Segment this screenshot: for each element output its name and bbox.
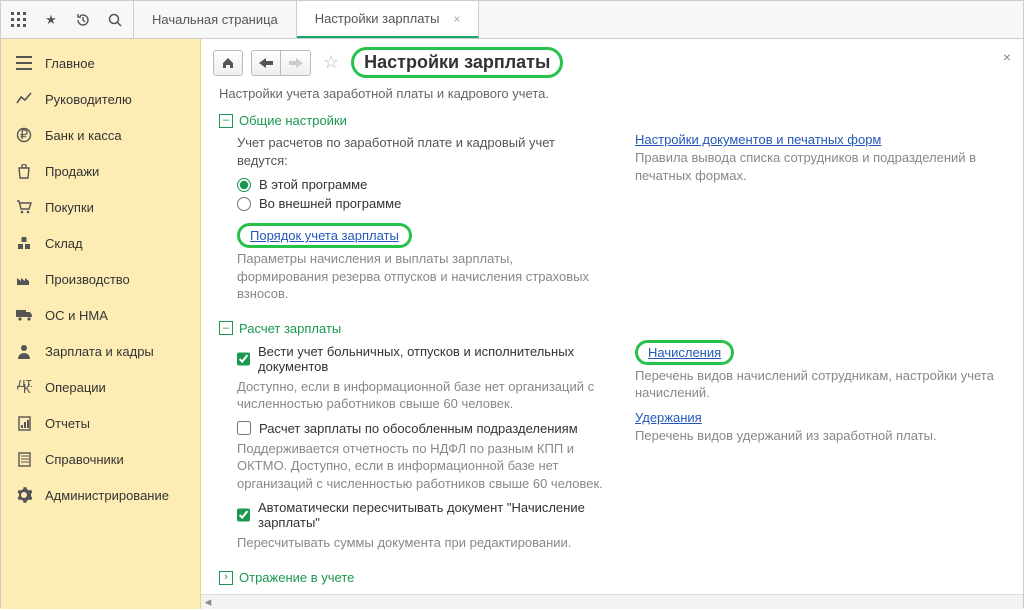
sidebar-item-label: Операции	[45, 380, 106, 395]
chk-auto-recalc[interactable]: Автоматически пересчитывать документ "На…	[237, 500, 607, 530]
sidebar-item-label: Отчеты	[45, 416, 90, 431]
chk-subdivisions-note: Поддерживается отчетность по НДФЛ по раз…	[237, 440, 607, 493]
person-icon	[15, 342, 33, 360]
expand-icon: ›	[219, 571, 233, 585]
forward-button	[281, 50, 311, 76]
section-general[interactable]: – Общие настройки	[219, 113, 1005, 128]
cart-icon	[15, 198, 33, 216]
star-icon[interactable]: ★	[41, 10, 61, 30]
tab-close-icon[interactable]: ×	[453, 12, 460, 26]
radio-external-program[interactable]: Во внешней программе	[237, 196, 607, 211]
sidebar-item-label: Зарплата и кадры	[45, 344, 154, 359]
gear-icon	[15, 486, 33, 504]
sidebar-item-label: Главное	[45, 56, 95, 71]
section-calc-title: Расчет зарплаты	[239, 321, 341, 336]
deductions-link[interactable]: Удержания	[635, 410, 702, 425]
tab-home-label: Начальная страница	[152, 12, 278, 27]
sidebar-item-label: Продажи	[45, 164, 99, 179]
sidebar-item-label: Банк и касса	[45, 128, 122, 143]
page-intro: Настройки учета заработной платы и кадро…	[219, 86, 1005, 101]
sidebar-item-11[interactable]: Справочники	[1, 441, 200, 477]
sidebar-item-label: Производство	[45, 272, 130, 287]
close-button[interactable]: ×	[1003, 49, 1011, 65]
sidebar-item-2[interactable]: ₽ Банк и касса	[1, 117, 200, 153]
doc-settings-note: Правила вывода списка сотрудников и подр…	[635, 149, 1005, 184]
collapse-icon: –	[219, 114, 233, 128]
svg-text:₽: ₽	[20, 127, 28, 142]
section-calc[interactable]: – Расчет зарплаты	[219, 321, 1005, 336]
sidebar: Главное Руководителю ₽ Банк и касса Продажи П…	[1, 39, 201, 609]
history-icon[interactable]	[73, 10, 93, 30]
order-link[interactable]: Порядок учета зарплаты	[250, 228, 399, 243]
chk-sickleave[interactable]: Вести учет больничных, отпусков и исполн…	[237, 344, 607, 374]
sidebar-item-label: ОС и НМА	[45, 308, 108, 323]
svg-text:Кт: Кт	[23, 381, 32, 394]
content-scroll[interactable]: Настройки учета заработной платы и кадро…	[201, 86, 1023, 594]
accruals-link-highlight: Начисления	[635, 340, 734, 365]
sidebar-item-label: Администрирование	[45, 488, 169, 503]
section-reflect[interactable]: › Отражение в учете	[219, 570, 1005, 585]
sidebar-item-6[interactable]: Производство	[1, 261, 200, 297]
horizontal-scrollbar[interactable]: ◂	[201, 594, 1023, 609]
tab-settings-label: Настройки зарплаты	[315, 11, 440, 26]
chk-auto-recalc-note: Пересчитывать суммы документа при редакт…	[237, 534, 607, 552]
search-icon[interactable]	[105, 10, 125, 30]
book-icon	[15, 450, 33, 468]
factory-icon	[15, 270, 33, 288]
doc-settings-link[interactable]: Настройки документов и печатных форм	[635, 132, 881, 147]
sidebar-item-7[interactable]: ОС и НМА	[1, 297, 200, 333]
back-button[interactable]	[251, 50, 281, 76]
sidebar-item-label: Справочники	[45, 452, 124, 467]
sidebar-item-5[interactable]: Склад	[1, 225, 200, 261]
section-reflect-title: Отражение в учете	[239, 570, 354, 585]
sidebar-item-10[interactable]: Отчеты	[1, 405, 200, 441]
collapse-icon: –	[219, 321, 233, 335]
page-title-highlight: Настройки зарплаты	[351, 47, 563, 78]
truck-icon	[15, 306, 33, 324]
sidebar-item-4[interactable]: Покупки	[1, 189, 200, 225]
chk-sickleave-note: Доступно, если в информационной базе нет…	[237, 378, 607, 413]
home-button[interactable]	[213, 50, 243, 76]
bag-icon	[15, 162, 33, 180]
sidebar-item-9[interactable]: ДтКт Операции	[1, 369, 200, 405]
section-general-title: Общие настройки	[239, 113, 347, 128]
accruals-link[interactable]: Начисления	[648, 345, 721, 360]
chk-subdivisions[interactable]: Расчет зарплаты по обособленным подразде…	[237, 421, 607, 436]
sidebar-item-label: Руководителю	[45, 92, 132, 107]
ruble-icon: ₽	[15, 126, 33, 144]
top-bar: ★ Начальная страница Настройки зарплаты …	[1, 1, 1023, 39]
sidebar-item-label: Склад	[45, 236, 83, 251]
content-toolbar: ☆ Настройки зарплаты ×	[201, 39, 1023, 86]
deductions-note: Перечень видов удержаний из заработной п…	[635, 427, 1005, 445]
order-note: Параметры начисления и выплаты зарплаты,…	[237, 250, 607, 303]
accruals-note: Перечень видов начислений сотрудникам, н…	[635, 367, 1005, 402]
sidebar-item-label: Покупки	[45, 200, 94, 215]
content-area: ☆ Настройки зарплаты × Настройки учета з…	[201, 39, 1023, 609]
boxes-icon	[15, 234, 33, 252]
order-link-highlight: Порядок учета зарплаты	[237, 223, 412, 248]
apps-icon[interactable]	[9, 10, 29, 30]
favorite-icon[interactable]: ☆	[323, 52, 339, 73]
ops-icon: ДтКт	[15, 378, 33, 396]
tab-settings[interactable]: Настройки зарплаты ×	[297, 1, 480, 38]
menu-icon	[15, 54, 33, 72]
report-icon	[15, 414, 33, 432]
top-tools: ★	[1, 1, 134, 38]
sidebar-item-8[interactable]: Зарплата и кадры	[1, 333, 200, 369]
tab-home[interactable]: Начальная страница	[134, 1, 297, 38]
sidebar-item-1[interactable]: Руководителю	[1, 81, 200, 117]
chart-icon	[15, 90, 33, 108]
sidebar-item-0[interactable]: Главное	[1, 45, 200, 81]
radio-this-program[interactable]: В этой программе	[237, 177, 607, 192]
sidebar-item-3[interactable]: Продажи	[1, 153, 200, 189]
general-lead: Учет расчетов по заработной плате и кадр…	[237, 134, 607, 169]
sidebar-item-12[interactable]: Администрирование	[1, 477, 200, 513]
page-title: Настройки зарплаты	[364, 52, 550, 72]
